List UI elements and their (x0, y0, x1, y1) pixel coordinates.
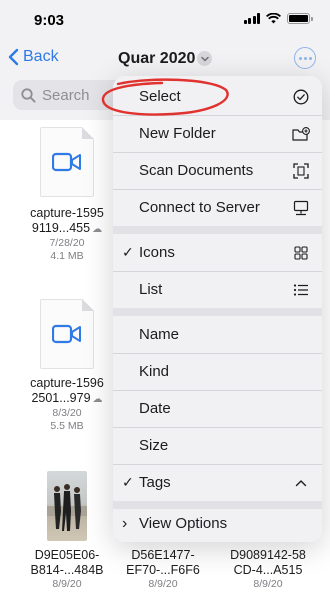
annotation-circle (101, 78, 229, 116)
menu-item-sort-size[interactable]: Size (113, 427, 322, 464)
menu-item-label: Kind (139, 363, 170, 380)
file-size: 4.1 MB (50, 250, 84, 262)
menu-item-sort-tags[interactable]: ✓ Tags (113, 464, 322, 501)
video-camera-icon (52, 152, 81, 172)
photo-thumbnail (47, 471, 87, 541)
file-date: 7/28/20 (49, 237, 85, 249)
file-name: D9089142-58 (230, 548, 306, 562)
menu-item-label: List (139, 281, 163, 298)
menu-item-label: Size (139, 437, 169, 454)
wifi-icon (266, 13, 281, 24)
file-item[interactable]: D9E05E06- B814-...484B 8/9/20 (22, 471, 112, 591)
menu-item-sort-kind[interactable]: Kind (113, 353, 322, 390)
status-icons (243, 13, 313, 24)
menu-item-scan-documents[interactable]: Scan Documents (113, 152, 322, 189)
file-date: 8/3/20 (52, 407, 82, 419)
status-bar: 9:03 (0, 0, 330, 38)
list-bullet-icon (292, 281, 310, 299)
cloud-download-icon: ☁ (92, 394, 103, 405)
menu-item-label: Tags (139, 474, 171, 491)
checkmark-icon: ✓ (122, 474, 134, 490)
menu-item-label: Icons (139, 244, 175, 261)
chevron-down-icon (200, 56, 209, 62)
file-item[interactable]: capture-1595 9119...455 ☁ 7/28/20 4.1 MB (22, 127, 112, 263)
back-label: Back (23, 48, 59, 65)
file-name: 2501...979 (31, 391, 91, 405)
menu-item-label: View Options (139, 515, 228, 532)
file-name: capture-1595 (30, 206, 104, 220)
menu-item-new-folder[interactable]: New Folder (113, 115, 322, 152)
file-name: capture-1596 (30, 376, 104, 390)
server-display-icon (292, 199, 310, 217)
file-name: EF70-...F6F6 (126, 563, 200, 577)
menu-item-label: Date (139, 400, 171, 417)
menu-item-list[interactable]: List (113, 271, 322, 308)
checkmark-circle-icon (292, 88, 310, 106)
file-name: B814-...484B (30, 563, 104, 577)
menu-item-sort-date[interactable]: Date (113, 390, 322, 427)
file-name: D9E05E06- (34, 548, 100, 562)
menu-item-sort-name[interactable]: Name (113, 316, 322, 353)
file-size: 5.5 MB (50, 420, 84, 432)
more-dot-icon (298, 56, 302, 60)
page-title[interactable]: Quar 2020 (118, 50, 195, 68)
file-item[interactable]: D56E1477- EF70-...F6F6 8/9/20 (118, 548, 208, 591)
menu-item-connect-to-server[interactable]: Connect to Server (113, 189, 322, 226)
menu-item-label: Scan Documents (139, 162, 254, 179)
file-name: D56E1477- (131, 548, 195, 562)
folder-badge-plus-icon (292, 125, 310, 143)
title-menu-button[interactable] (197, 51, 212, 66)
file-item[interactable]: capture-1596 2501...979 ☁ 8/3/20 5.5 MB (22, 299, 112, 433)
more-dot-icon (308, 56, 312, 60)
chevron-left-icon (8, 48, 19, 66)
cellular-signal-icon (243, 13, 260, 24)
video-file-thumbnail (40, 127, 94, 197)
file-date: 8/9/20 (148, 578, 178, 590)
menu-item-view-options[interactable]: › View Options (113, 505, 322, 542)
video-camera-icon (52, 324, 81, 344)
grid-icon (292, 244, 310, 262)
menu-item-icons[interactable]: ✓ Icons (113, 234, 322, 271)
checkmark-icon: ✓ (122, 244, 134, 260)
menu-item-label: Connect to Server (139, 199, 260, 216)
battery-icon (287, 13, 313, 24)
video-file-thumbnail (40, 299, 94, 369)
doc-viewfinder-icon (292, 162, 310, 180)
back-button[interactable]: Back (8, 48, 59, 66)
chevron-right-icon: › (122, 514, 128, 532)
search-icon (21, 87, 36, 103)
chevron-up-icon (292, 474, 310, 492)
file-date: 8/9/20 (253, 578, 283, 590)
status-time: 9:03 (34, 12, 65, 29)
file-item[interactable]: D9089142-58 CD-4...A515 8/9/20 (218, 548, 318, 591)
menu-item-label: Name (139, 326, 180, 343)
file-name: 9119...455 (31, 221, 91, 235)
cloud-download-icon: ☁ (92, 224, 103, 235)
more-options-button[interactable] (294, 47, 316, 69)
file-date: 8/9/20 (52, 578, 82, 590)
people-on-beach-image (47, 484, 87, 531)
more-dot-icon (303, 56, 307, 60)
file-name: CD-4...A515 (233, 563, 303, 577)
options-menu: Select New Folder Scan Documents Connect… (113, 76, 322, 542)
menu-item-label: New Folder (139, 125, 216, 142)
